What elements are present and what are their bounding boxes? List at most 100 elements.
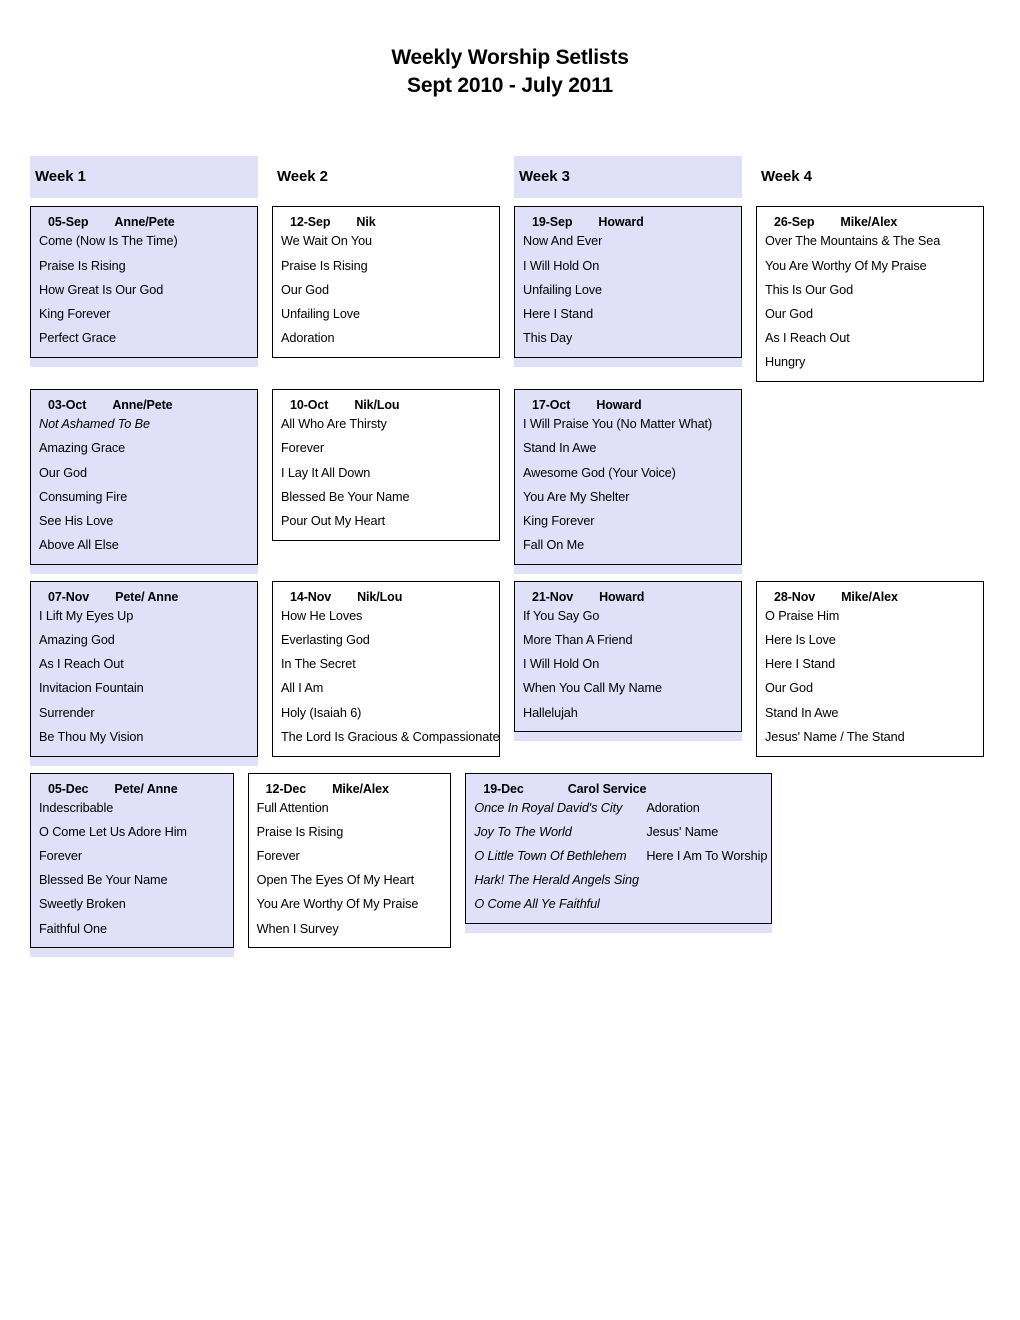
song-title: Come (Now Is The Time) [39,234,178,249]
setlist-card[interactable]: 05-Sep Anne/Pete Come (Now Is The Time) Pra… [30,206,258,358]
song-title: King Forever [39,307,111,322]
setlist-card[interactable]: 19-Dec Carol Service Once In Royal David's… [465,772,773,925]
setlist-card[interactable]: 28-Nov Mike/Alex O Praise Him Here Is Love H… [756,580,984,757]
song-title: Adoration [281,331,335,346]
setlist-slot: 21-Nov Howard If You Say Go More Than A Fri… [514,580,742,742]
song-title: How Great Is Our God [39,282,164,297]
setlist-date: 28-Nov [774,589,816,604]
setlist-leader: Pete/ Anne [114,781,178,796]
song-title: Above All Else [39,538,119,553]
setlist-date: 17-Oct [532,398,571,413]
song-title: All I Am [281,681,324,696]
setlist-slot: 03-Oct Anne/Pete Not Ashamed To Be Amazing … [30,389,258,574]
song-title: I Will Praise You (No Matter What) [523,417,713,432]
week-header-row: Week 1 Week 2 Week 3 Week 4 [30,156,990,199]
setlist-slot: 17-Oct Howard I Will Praise You (No Matter… [514,389,742,574]
setlist-card-header: 07-Nov Pete/ Anne [37,588,251,610]
song-title: In The Secret [281,657,356,672]
setlist-card[interactable]: 26-Sep Mike/Alex Over The Mountains & The … [756,206,984,383]
song-title: More Than A Friend [523,633,633,648]
song-title: Consuming Fire [39,489,128,504]
title-line-1: Weekly Worship Setlists [391,46,629,69]
setlist-slot: 14-Nov Nik/Lou How He Loves Everlasting God… [272,580,500,757]
setlist-leader: Nik/Lou [357,589,403,604]
song-title: This Day [523,331,573,346]
month-row: 07-Nov Pete/ Anne I Lift My Eyes Up Amazing… [30,580,990,766]
setlist-slot: 12-Dec Mike/Alex Full Attention Praise Is R… [247,772,452,949]
setlist-date: 07-Nov [48,589,90,604]
song-title: When I Survey [256,921,339,936]
setlist-leader: Anne/Pete [114,215,175,230]
setlist-card[interactable]: 03-Oct Anne/Pete Not Ashamed To Be Amazing … [30,389,258,565]
setlist-leader: Mike/Alex [840,215,898,230]
setlist-card[interactable]: 19-Sep Howard Now And Ever I Will Hold On Un… [514,206,742,358]
week-header-1: Week 1 [30,156,258,199]
song-title: See His Love [39,513,114,528]
song-title: Surrender [39,705,95,720]
song-title: Blessed Be Your Name [39,873,168,888]
song-title: I Will Hold On [523,258,600,273]
setlist-leader: Howard [596,398,642,413]
song-title: Forever [256,849,300,863]
song-title: Our God [765,307,813,322]
setlist-slot: 07-Nov Pete/ Anne I Lift My Eyes Up Amazing… [30,580,258,766]
song-title: Pour Out My Heart [281,513,386,528]
song-title: When You Call My Name [523,681,662,696]
setlist-card-header: 12-Dec Mike/Alex [255,780,445,802]
setlist-date: 12-Sep [290,215,331,230]
song-title: Praise Is Rising [39,258,126,273]
month-row: 05-Sep Anne/Pete Come (Now Is The Time) Pra… [30,206,990,383]
song-title: Fall On Me [523,538,585,553]
song-title: Sweetly Broken [39,897,126,912]
setlist-card-header: 03-Oct Anne/Pete [37,396,251,418]
song-title: Here Is Love [765,633,836,648]
setlist-card[interactable]: 17-Oct Howard I Will Praise You (No Matter… [514,389,742,565]
song-title: Hark! The Herald Angels Sing [474,873,639,888]
song-title: Once In Royal David's City [474,800,623,815]
song-title: All Who Are Thirsty [281,417,387,432]
song-title: Stand In Awe [765,705,839,720]
song-title: O Praise Him [765,608,840,623]
setlist-leader: Howard [599,589,645,604]
song-title: Here I Am To Worship [646,849,768,863]
song-title: Full Attention [256,800,329,815]
song-title: Here I Stand [765,657,836,672]
song-title: Hallelujah [523,705,578,720]
setlist-card-header: 19-Dec Carol Service [472,780,765,802]
song-title: As I Reach Out [765,331,850,346]
setlist-card-header: 17-Oct Howard [521,396,735,418]
setlist-date: 03-Oct [48,398,87,413]
song-title: Holy (Isaiah 6) [281,705,362,720]
setlist-card[interactable]: 14-Nov Nik/Lou How He Loves Everlasting God… [272,580,500,757]
setlist-leader: Pete/ Anne [115,589,179,604]
setlist-card[interactable]: 21-Nov Howard If You Say Go More Than A Fri… [514,580,742,733]
setlist-slot: 10-Oct Nik/Lou All Who Are Thirsty Forever I… [272,389,500,541]
song-title: King Forever [523,513,595,528]
week-header-3: Week 3 [514,156,742,199]
song-title: If You Say Go [523,608,600,623]
song-title: Blessed Be Your Name [281,489,410,504]
song-title: I Will Hold On [523,657,600,672]
song-title: Unfailing Love [281,307,361,322]
setlist-card[interactable]: 07-Nov Pete/ Anne I Lift My Eyes Up Amazing… [30,580,258,757]
song-title: I Lay It All Down [281,465,371,480]
setlist-card[interactable]: 12-Sep Nik We Wait On You Praise Is Rising O… [272,206,500,358]
song-title: Faithful One [39,921,107,936]
setlist-slot: 26-Sep Mike/Alex Over The Mountains & The … [756,206,984,383]
song-title: Praise Is Rising [256,824,344,839]
song-title: Awesome God (Your Voice) [523,465,676,480]
song-title: Invitacion Fountain [39,681,144,696]
setlist-date: 12-Dec [265,781,307,796]
setlist-card-header: 10-Oct Nik/Lou [279,396,493,418]
setlist-leader: Mike/Alex [332,781,389,796]
song-title: You Are Worthy Of My Praise [765,258,927,273]
song-title: Over The Mountains & The Sea [765,234,941,249]
setlist-card[interactable]: 10-Oct Nik/Lou All Who Are Thirsty Forever I… [272,389,500,541]
song-title: Perfect Grace [39,331,116,346]
setlist-card[interactable]: 05-Dec Pete/ Anne Indescribable O Come Let … [30,772,234,949]
setlist-card[interactable]: 12-Dec Mike/Alex Full Attention Praise Is R… [247,772,452,949]
song-title: Forever [281,441,325,456]
week-header-4: Week 4 [761,168,812,186]
setlist-slot: 05-Sep Anne/Pete Come (Now Is The Time) Pra… [30,206,258,367]
setlist-card-header: 19-Sep Howard [521,213,735,235]
